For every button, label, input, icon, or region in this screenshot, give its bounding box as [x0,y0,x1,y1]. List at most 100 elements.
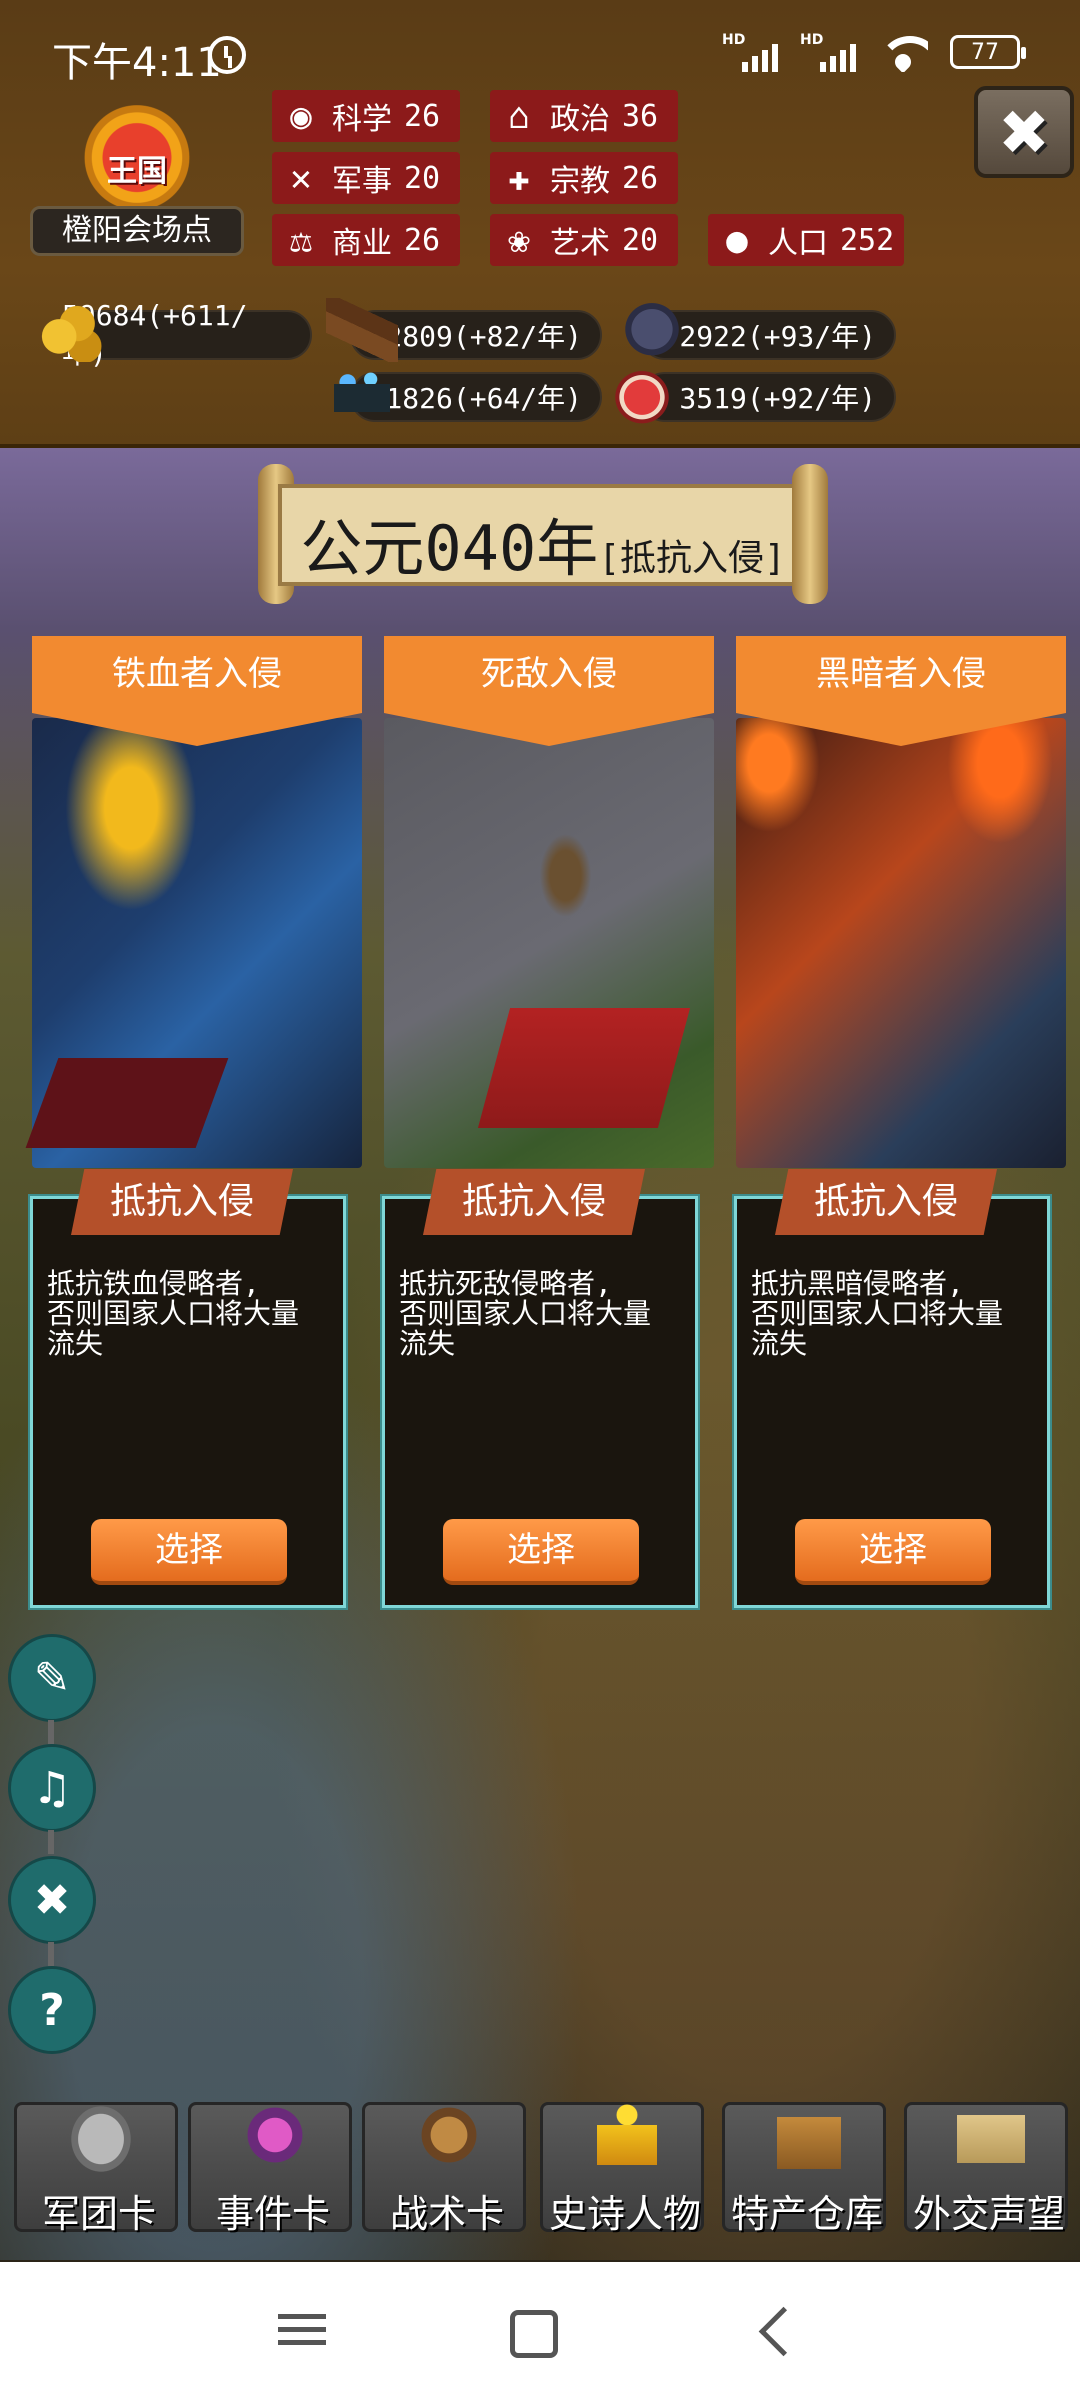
stat-art[interactable]: ❀ 艺术 20 [490,214,678,266]
stat-population[interactable]: ● 人口 252 [708,214,904,266]
select-button[interactable]: 选择 [443,1519,639,1585]
stat-value: 20 [404,160,441,196]
card-tag: 抵抗入侵 [775,1169,997,1235]
chain-divider [48,1720,54,1744]
dock-tactic-cards[interactable]: 战术卡 [362,2095,526,2236]
back-button[interactable] [748,2306,808,2356]
dock-specialty-warehouse[interactable]: 特产仓库 [722,2095,886,2236]
gem-crate-icon [326,360,398,424]
kingdom-crest[interactable]: 王国 [52,96,222,208]
card-art-iron-blood [32,718,362,1168]
dock-label: 事件卡 [215,2192,330,2236]
stat-politics[interactable]: ⌂ 政治 36 [490,90,678,142]
crossed-swords-icon: ✕ [290,157,312,199]
dock-event-cards[interactable]: 事件卡 [188,2095,352,2236]
close-button[interactable]: ✖ [974,86,1074,178]
stat-label: 科学 [332,102,392,137]
stat-label: 宗教 [550,164,610,199]
alarm-icon [208,36,246,74]
scroll-icon [235,2095,315,2175]
stat-religion[interactable]: ✚ 宗教 26 [490,152,678,204]
chain-divider [48,1942,54,1966]
top-header: 下午4:11 HD HD 77 王国 橙阳会场点 ◉ 科学 26 ⌂ 政治 36… [0,0,1080,448]
stat-science[interactable]: ◉ 科学 26 [272,90,460,142]
dock-legion-cards[interactable]: 军团卡 [14,2095,178,2236]
banner-event: [抵抗入侵] [598,538,786,579]
description-line: 流失 [47,1327,104,1360]
gold-coins-icon [34,298,106,362]
envelope-icon [951,2095,1031,2175]
lotus-icon: ❀ [508,219,530,261]
stat-value: 26 [404,222,441,258]
dock-epic-characters[interactable]: 史诗人物 [540,2095,704,2236]
cross-icon: ✚ [508,157,530,199]
stat-commerce[interactable]: ⚖ 商业 26 [272,214,460,266]
resource-value: 3519(+92/年) [679,382,876,415]
stat-value: 252 [840,222,895,258]
card-tag: 抵抗入侵 [71,1169,293,1235]
description-line: 抵抗黑暗侵略者, [751,1267,964,1300]
description-line: 流失 [751,1327,808,1360]
select-button[interactable]: 选择 [91,1519,287,1585]
stat-value: 26 [622,160,659,196]
invasion-card-3[interactable]: 黑暗者入侵 [736,636,1066,1168]
card-description: 抵抗黑暗侵略者, 否则国家人口将大量 流失 [751,1269,1041,1359]
stat-label: 军事 [332,164,392,199]
kingdom-crest-label: 王国 [107,154,167,189]
status-icons: HD HD 77 [722,32,1026,72]
journal-button[interactable]: ✎ [8,1634,96,1722]
status-time: 下午4:11 [52,40,222,86]
dock-label: 军团卡 [41,2192,156,2236]
card-art-nemesis [384,718,714,1168]
card-description: 抵抗死敌侵略者, 否则国家人口将大量 流失 [399,1269,689,1359]
resource-value: 2809(+82/年) [385,320,582,353]
year-banner: 公元040年[抵抗入侵] [258,464,828,604]
sound-toggle-button[interactable]: ✖ [8,1856,96,1944]
meat-icon [606,362,678,426]
card-detail-1: 抵抗入侵 抵抗铁血侵略者, 否则国家人口将大量 流失 选择 [30,1169,346,1608]
description-line: 否则国家人口将大量 [47,1297,300,1330]
dock-label: 史诗人物 [548,2192,701,2236]
scales-icon: ⚖ [290,219,312,261]
ore-rock-icon [616,294,688,358]
help-button[interactable]: ? [8,1966,96,2054]
dock-diplomatic-prestige[interactable]: 外交声望 [904,2095,1068,2236]
home-button[interactable] [510,2310,558,2358]
recent-apps-button[interactable] [272,2306,332,2356]
shield-icon [409,2095,489,2175]
close-icon: ✖ [998,95,1050,169]
stat-label: 艺术 [550,226,610,261]
stat-label: 政治 [550,102,610,137]
dock-label: 外交声望 [912,2192,1065,2236]
signal-icon: HD [722,32,778,72]
description-line: 抵抗铁血侵略者, [47,1267,260,1300]
card-art-darkness [736,718,1066,1168]
stat-label: 商业 [332,226,392,261]
wifi-icon [878,32,928,72]
invasion-card-2[interactable]: 死敌入侵 [384,636,714,1168]
stat-military[interactable]: ✕ 军事 20 [272,152,460,204]
resource-meat[interactable]: 3519(+92/年) [640,372,896,422]
crown-icon [587,2095,667,2175]
book-quill-icon: ✎ [33,1652,71,1704]
description-line: 流失 [399,1327,456,1360]
chain-divider [48,1830,54,1854]
battery-icon: 77 [950,35,1026,69]
banner-year: 公元040年 [300,512,599,585]
music-toggle-button[interactable]: ♫ [8,1744,96,1832]
battery-level: 77 [971,39,999,65]
person-icon: ● [726,219,748,261]
card-description: 抵抗铁血侵略者, 否则国家人口将大量 流失 [47,1269,337,1359]
resource-value: 1826(+64/年) [385,382,582,415]
resource-value: 2922(+93/年) [679,320,876,353]
help-icon: ? [39,1984,65,2036]
dock-label: 战术卡 [389,2192,504,2236]
invasion-card-1[interactable]: 铁血者入侵 [32,636,362,1168]
select-button[interactable]: 选择 [795,1519,991,1585]
sound-off-icon: ✖ [33,1874,71,1926]
stat-label: 人口 [768,226,828,261]
stat-value: 26 [404,98,441,134]
scroll-roll-right [792,464,828,604]
capitol-icon: ⌂ [508,95,530,137]
stat-value: 20 [622,222,659,258]
